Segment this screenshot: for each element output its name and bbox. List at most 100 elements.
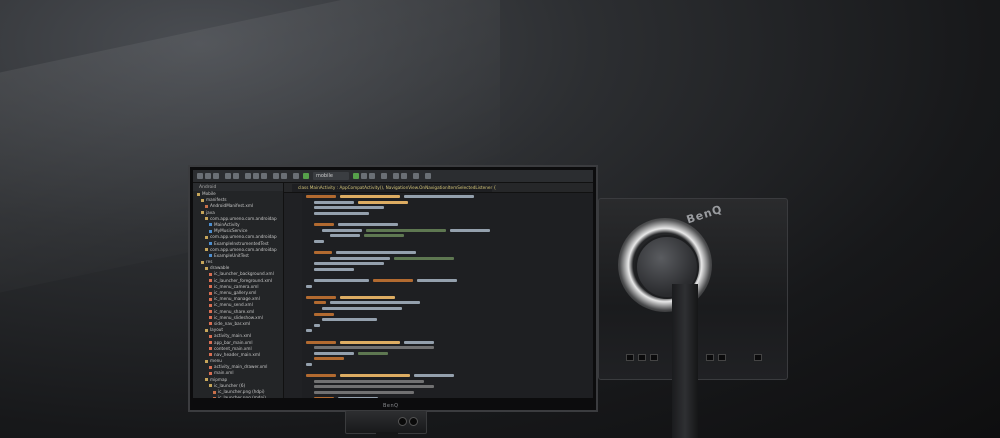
code-line <box>314 312 334 316</box>
tree-item-label: Mobile <box>202 191 216 196</box>
code-line <box>306 374 336 378</box>
code-line <box>314 200 354 204</box>
code-line <box>373 279 413 282</box>
code-editor[interactable]: class MainActivity : AppCompatActivity()… <box>284 183 593 398</box>
code-line <box>450 228 490 232</box>
xml-icon <box>209 365 212 369</box>
tree-item-label: ic_menu_camera.xml <box>214 283 259 289</box>
help-icon[interactable] <box>425 173 431 179</box>
code-line <box>336 251 416 254</box>
folder-icon <box>201 198 204 202</box>
open-icon[interactable] <box>197 173 203 179</box>
code-line <box>358 200 408 204</box>
code-line <box>364 234 404 238</box>
code-line <box>306 284 312 288</box>
front-monitor-stand-bottom <box>376 432 398 438</box>
port <box>638 354 646 361</box>
tree-item[interactable]: ic_launcher.png (mdpi) <box>193 395 283 398</box>
xml-icon <box>209 310 212 314</box>
code-lines <box>306 195 589 398</box>
find-icon[interactable] <box>273 173 279 179</box>
front-monitor: mobile Android Mobile manifests AndroidMan… <box>188 165 598 412</box>
code-line <box>314 206 384 210</box>
code-line <box>306 329 312 333</box>
code-line <box>358 351 388 355</box>
tree-item-label: activity_main_drawer.xml <box>214 364 268 370</box>
code-line <box>338 396 378 398</box>
tree-item-label: MainActivity <box>214 221 240 227</box>
file-icon <box>205 204 208 208</box>
tree-item-label: layout <box>210 327 224 333</box>
java-icon <box>209 229 212 233</box>
tree-item-label: main.xml <box>214 370 234 376</box>
cut-icon[interactable] <box>245 173 251 179</box>
tree-item-label: ExampleUnitTest <box>214 252 249 258</box>
tree-item-label: java <box>206 209 215 215</box>
code-line <box>306 340 336 344</box>
port <box>626 354 634 361</box>
project-tree: Mobile manifests AndroidManifest.xml java co… <box>193 191 283 398</box>
back-monitor-stand-neck <box>672 284 698 438</box>
run-icon[interactable] <box>353 173 359 179</box>
replace-icon[interactable] <box>281 173 287 179</box>
tree-item-label: ic_launcher_background.xml <box>214 271 274 277</box>
sync-icon[interactable] <box>213 173 219 179</box>
tree-item-label: ic_menu_send.xml <box>214 302 253 308</box>
tree-item-label: ic_launcher.png (mdpi) <box>218 395 266 398</box>
code-line <box>314 351 354 355</box>
folder-icon <box>205 328 208 332</box>
code-line <box>330 301 420 305</box>
stop-icon[interactable] <box>381 173 387 179</box>
tree-item-label: content_main.xml <box>214 345 252 351</box>
tree-item-label: ExampleInstrumentedTest <box>214 240 269 246</box>
file-icon <box>213 390 216 394</box>
ide-toolbar: mobile <box>193 170 593 183</box>
code-line <box>322 307 402 310</box>
back-icon[interactable] <box>293 173 299 179</box>
xml-icon <box>209 272 212 276</box>
tree-item-label: drawable <box>210 265 230 271</box>
folder-icon <box>205 217 208 221</box>
line-gutter <box>284 193 302 398</box>
project-panel-header[interactable]: Android <box>193 183 283 191</box>
code-line <box>314 267 354 271</box>
code-line <box>314 239 324 243</box>
folder-icon <box>205 235 208 239</box>
code-line <box>314 262 384 266</box>
redo-icon[interactable] <box>233 173 239 179</box>
port <box>706 354 714 361</box>
code-line <box>314 301 326 305</box>
device-icon[interactable] <box>413 173 419 179</box>
tree-item-label: manifests <box>206 197 227 203</box>
java-icon <box>209 254 212 258</box>
tree-item-label: ic_launcher_foreground.xml <box>214 277 273 283</box>
run-config-select[interactable]: mobile <box>313 172 349 180</box>
xml-icon <box>209 316 212 320</box>
code-line <box>314 357 344 361</box>
code-line <box>314 379 424 383</box>
paste-icon[interactable] <box>261 173 267 179</box>
sensor-icon <box>398 417 407 426</box>
code-line <box>330 234 360 238</box>
xml-icon <box>209 303 212 307</box>
avd-manager-icon[interactable] <box>401 173 407 179</box>
build-icon[interactable] <box>303 173 309 179</box>
sdk-manager-icon[interactable] <box>393 173 399 179</box>
folder-icon <box>201 211 204 215</box>
code-line <box>404 195 474 198</box>
save-icon[interactable] <box>205 173 211 179</box>
xml-icon <box>209 279 212 283</box>
folder-icon <box>209 384 212 388</box>
port <box>718 354 726 361</box>
code-line <box>394 256 454 260</box>
profile-icon[interactable] <box>369 173 375 179</box>
editor-tab-signature[interactable]: class MainActivity : AppCompatActivity()… <box>292 184 496 192</box>
editor-tab-bar: class MainActivity : AppCompatActivity()… <box>284 183 593 193</box>
debug-icon[interactable] <box>361 173 367 179</box>
tree-item-label: mipmap <box>210 376 228 382</box>
undo-icon[interactable] <box>225 173 231 179</box>
folder-icon <box>205 378 208 382</box>
copy-icon[interactable] <box>253 173 259 179</box>
tree-item-label: ic_launcher (6) <box>214 382 246 388</box>
folder-icon <box>205 266 208 270</box>
